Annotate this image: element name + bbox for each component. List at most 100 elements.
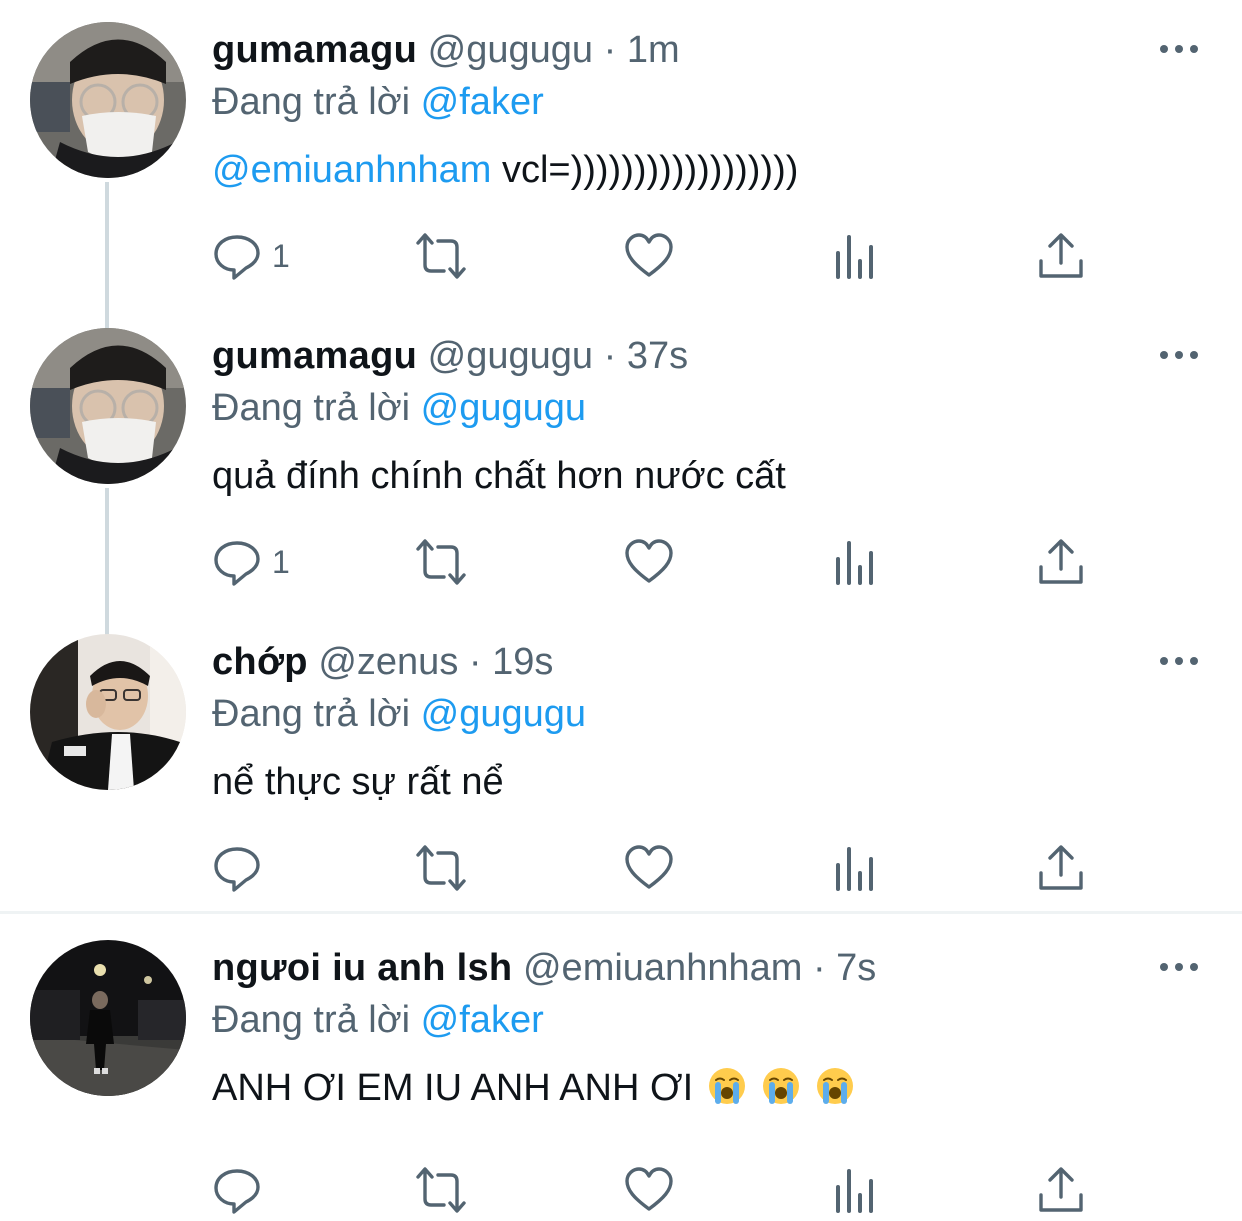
tweet-text: ANH ƠI EM IU ANH ANH ƠI [212, 1064, 855, 1112]
analytics-icon [836, 847, 873, 891]
share-button[interactable] [1036, 226, 1086, 286]
handle[interactable]: @gugugu [428, 335, 593, 377]
display-name[interactable]: gumamagu [212, 29, 417, 71]
tweet-text: nể thực sự rất nể [212, 758, 504, 806]
tweet[interactable]: gumamagu @gugugu · 37s Đang trả lời @gug… [0, 306, 1242, 612]
retweet-button[interactable] [416, 838, 466, 898]
avatar-image [30, 940, 186, 1096]
body-text: ANH ƠI EM IU ANH ANH ƠI [212, 1067, 694, 1109]
retweet-icon [416, 845, 466, 891]
reply-to-mention[interactable]: @faker [421, 999, 544, 1041]
retweet-icon [416, 539, 466, 585]
views-button[interactable] [830, 226, 880, 286]
avatar-image [30, 634, 186, 790]
handle[interactable]: @emiuanhnham [523, 947, 802, 989]
body-text: quả đính chính chất hơn nước cất [212, 455, 786, 497]
retweet-button[interactable] [416, 226, 466, 286]
tweet[interactable]: ngưoi iu anh lsh @emiuanhnham · 7s Đang … [0, 918, 1242, 1221]
timestamp[interactable]: 19s [492, 641, 553, 683]
tweet-text: quả đính chính chất hơn nước cất [212, 452, 786, 500]
avatar-image [30, 328, 186, 484]
reply-icon [214, 541, 260, 586]
avatar[interactable] [30, 940, 186, 1096]
handle[interactable]: @zenus [318, 641, 458, 683]
tweet[interactable]: chớp @zenus · 19s Đang trả lời @gugugu n… [0, 612, 1242, 912]
reply-to-mention[interactable]: @faker [421, 81, 544, 123]
retweet-button[interactable] [416, 532, 466, 592]
reply-prefix: Đang trả lời [212, 999, 411, 1041]
retweet-icon [416, 1167, 466, 1213]
heart-icon [625, 233, 673, 277]
analytics-icon [836, 235, 873, 279]
avatar[interactable] [30, 634, 186, 790]
more-dots-icon[interactable] [1158, 40, 1200, 58]
timestamp[interactable]: 1m [627, 29, 680, 71]
share-button[interactable] [1036, 532, 1086, 592]
tweet-header: chớp @zenus · 19s [212, 640, 553, 684]
avatar[interactable] [30, 22, 186, 178]
like-button[interactable] [624, 838, 674, 898]
action-bar: 1 [212, 532, 1112, 592]
timestamp[interactable]: 7s [836, 947, 876, 989]
tweet-header: gumamagu @gugugu · 37s [212, 334, 688, 378]
views-button[interactable] [830, 838, 880, 898]
views-button[interactable] [830, 532, 880, 592]
heart-icon [625, 1167, 673, 1211]
reply-prefix: Đang trả lời [212, 387, 411, 429]
reply-prefix: Đang trả lời [212, 81, 411, 123]
reply-icon [214, 1169, 260, 1214]
reply-icon [214, 847, 260, 892]
more-dots-icon[interactable] [1158, 652, 1200, 670]
separator: · [603, 335, 617, 377]
separator: · [468, 641, 482, 683]
more-dots-icon[interactable] [1158, 346, 1200, 364]
share-icon [1039, 1167, 1083, 1212]
separator: · [603, 29, 617, 71]
handle[interactable]: @gugugu [428, 29, 593, 71]
share-icon [1039, 539, 1083, 584]
reply-button[interactable]: 1 [212, 532, 290, 592]
separator: · [812, 947, 826, 989]
tweet-text: @emiuanhnham vcl=)))))))))))))))))) [212, 146, 798, 194]
like-button[interactable] [624, 1160, 674, 1220]
views-button[interactable] [830, 1160, 880, 1220]
like-button[interactable] [624, 532, 674, 592]
avatar-image [30, 22, 186, 178]
reply-to-mention[interactable]: @gugugu [421, 693, 586, 735]
retweet-button[interactable] [416, 1160, 466, 1220]
share-button[interactable] [1036, 838, 1086, 898]
divider [0, 911, 1242, 914]
action-bar [212, 838, 1112, 898]
loudly-crying-face-emoji [709, 1068, 746, 1104]
retweet-icon [416, 233, 466, 279]
action-bar: 1 [212, 226, 1112, 286]
avatar[interactable] [30, 328, 186, 484]
share-icon [1039, 845, 1083, 890]
loudly-crying-face-emoji [763, 1068, 800, 1104]
reply-context: Đang trả lời @faker [212, 998, 544, 1042]
display-name[interactable]: gumamagu [212, 335, 417, 377]
analytics-icon [836, 541, 873, 585]
loudly-crying-face-emoji [817, 1068, 854, 1104]
reply-to-mention[interactable]: @gugugu [421, 387, 586, 429]
reply-prefix: Đang trả lời [212, 693, 411, 735]
display-name[interactable]: chớp [212, 641, 308, 683]
reply-button[interactable]: 1 [212, 226, 290, 286]
timestamp[interactable]: 37s [627, 335, 688, 377]
body-mention[interactable]: @emiuanhnham [212, 149, 491, 191]
tweet[interactable]: gumamagu @gugugu · 1m Đang trả lời @fake… [0, 0, 1242, 306]
reply-context: Đang trả lời @gugugu [212, 386, 586, 430]
heart-icon [625, 539, 673, 583]
action-bar [212, 1160, 1112, 1220]
reply-context: Đang trả lời @faker [212, 80, 544, 124]
reply-button[interactable] [212, 838, 262, 898]
more-dots-icon[interactable] [1158, 958, 1200, 976]
display-name[interactable]: ngưoi iu anh lsh [212, 947, 512, 989]
reply-icon [214, 235, 260, 280]
share-button[interactable] [1036, 1160, 1086, 1220]
reply-button[interactable] [212, 1160, 262, 1220]
like-button[interactable] [624, 226, 674, 286]
heart-icon [625, 845, 673, 889]
body-text: nể thực sự rất nể [212, 761, 504, 803]
tweet-header: gumamagu @gugugu · 1m [212, 28, 680, 72]
